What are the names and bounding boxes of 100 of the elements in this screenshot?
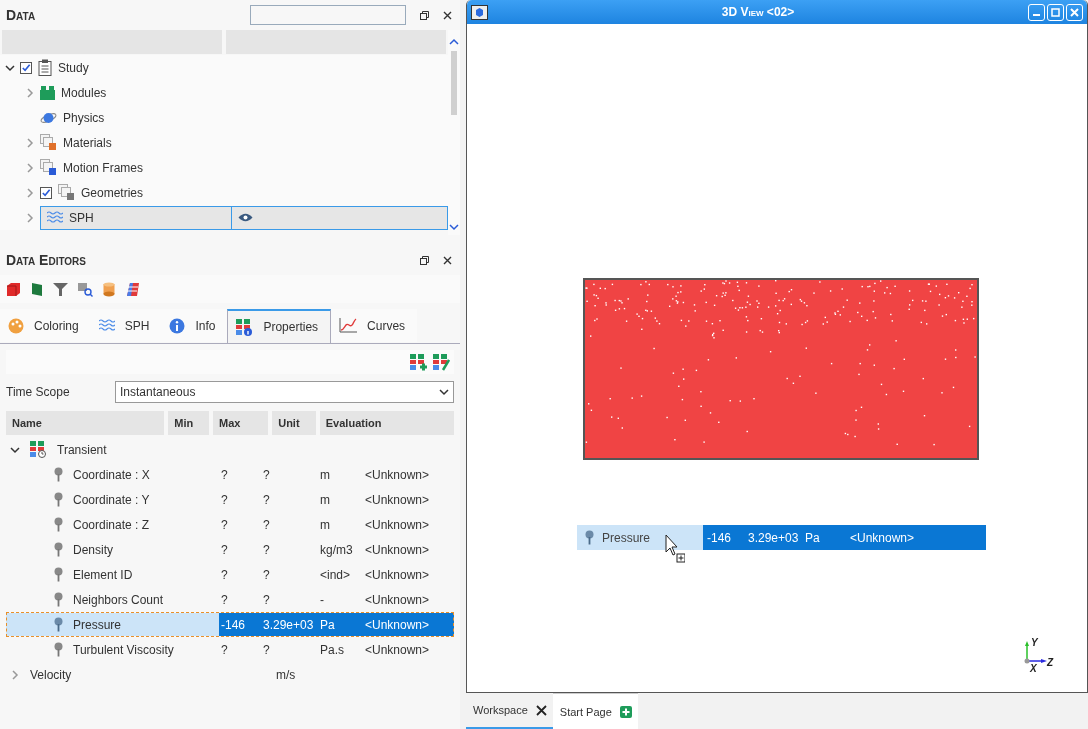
blocks-icon bbox=[40, 85, 55, 100]
table-cell: <ind> bbox=[320, 567, 351, 582]
pin-icon bbox=[54, 642, 63, 657]
eye-icon[interactable] bbox=[238, 213, 253, 222]
cursor-icon bbox=[665, 534, 685, 564]
property-name[interactable]: Density bbox=[73, 542, 113, 557]
column-header[interactable]: Name bbox=[6, 411, 165, 435]
minimize-button[interactable] bbox=[1028, 3, 1045, 21]
tree-item-label[interactable]: Materials bbox=[63, 135, 112, 150]
table-cell: ? bbox=[221, 642, 228, 657]
close-icon[interactable] bbox=[443, 255, 452, 265]
pin-icon bbox=[54, 517, 63, 532]
close-button[interactable] bbox=[1066, 3, 1083, 21]
pin-icon bbox=[54, 467, 63, 482]
tab[interactable]: Start Page bbox=[552, 693, 638, 729]
tree-item-label[interactable]: Geometries bbox=[81, 185, 144, 200]
table-cell: ? bbox=[221, 567, 228, 582]
caret-icon bbox=[439, 388, 449, 396]
chart-icon bbox=[339, 318, 358, 333]
scroll-up-icon[interactable] bbox=[449, 38, 459, 45]
add-icon[interactable] bbox=[619, 705, 632, 718]
pin-icon bbox=[54, 592, 63, 607]
close-icon[interactable] bbox=[535, 704, 547, 716]
restore-icon[interactable] bbox=[420, 255, 429, 265]
restore-icon[interactable] bbox=[420, 10, 429, 20]
planet-icon bbox=[40, 110, 57, 125]
table-cell: <Unknown> bbox=[365, 567, 430, 582]
table-cell: <Unknown> bbox=[365, 617, 430, 632]
column-header[interactable]: Evaluation bbox=[319, 411, 454, 435]
color-map-icon[interactable] bbox=[125, 281, 140, 297]
table-cell: ? bbox=[263, 542, 270, 557]
table-cell: m bbox=[320, 517, 330, 532]
table-cell: <Unknown> bbox=[365, 542, 430, 557]
table-cell: ? bbox=[263, 592, 270, 607]
close-icon bbox=[1070, 7, 1079, 17]
drag-preview-values: -146 3.29e+03 Pa <Unknown> bbox=[703, 525, 986, 550]
cube-icon[interactable] bbox=[6, 281, 21, 297]
close-icon[interactable] bbox=[443, 10, 452, 20]
waves-icon bbox=[98, 319, 115, 332]
layers-icon bbox=[40, 134, 57, 151]
grid-add-icon bbox=[410, 353, 427, 371]
flag-icon[interactable] bbox=[31, 281, 43, 297]
property-name[interactable]: Coordinate : Y bbox=[73, 492, 150, 507]
table-cell: ? bbox=[263, 467, 270, 482]
pin-icon bbox=[54, 492, 63, 507]
scroll-down-icon[interactable] bbox=[449, 224, 459, 231]
property-name[interactable]: Neighbors Count bbox=[73, 592, 164, 607]
axis-label: Y bbox=[1031, 637, 1038, 648]
cube-search-icon[interactable] bbox=[78, 281, 93, 297]
time-scope-dropdown[interactable]: Instantaneous bbox=[115, 381, 454, 403]
property-name[interactable]: Coordinate : X bbox=[73, 467, 150, 482]
tree-item-label[interactable]: Modules bbox=[61, 85, 107, 100]
table-cell: ? bbox=[263, 567, 270, 582]
table-cell: -146 bbox=[221, 617, 246, 632]
table-cell: ? bbox=[221, 592, 228, 607]
table-cell: ? bbox=[221, 517, 228, 532]
table-cell: ? bbox=[221, 467, 228, 482]
table-cell: ? bbox=[263, 642, 270, 657]
column-header[interactable]: Min bbox=[168, 411, 209, 435]
table-cell: ? bbox=[263, 492, 270, 507]
checkbox[interactable] bbox=[20, 61, 32, 74]
property-name[interactable]: Element ID bbox=[73, 567, 133, 582]
table-cell: 3.29e+03 bbox=[263, 617, 314, 632]
info-icon bbox=[169, 317, 186, 334]
expander-icon[interactable] bbox=[10, 444, 20, 455]
checkbox[interactable] bbox=[40, 186, 52, 199]
panel-title: Data Editors bbox=[6, 252, 87, 268]
property-name[interactable]: Coordinate : Z bbox=[73, 517, 150, 532]
tree-item-label[interactable]: Study bbox=[58, 60, 89, 75]
table-cell: <Unknown> bbox=[365, 492, 430, 507]
waves-icon bbox=[47, 211, 63, 224]
panel-title: Data bbox=[6, 7, 37, 23]
property-name[interactable]: Pressure bbox=[73, 617, 122, 632]
table-cell: m bbox=[320, 467, 330, 482]
group-label[interactable]: Transient bbox=[57, 442, 107, 457]
filter-icon[interactable] bbox=[53, 281, 68, 297]
search-field[interactable] bbox=[250, 5, 406, 25]
maximize-button[interactable] bbox=[1047, 3, 1064, 21]
cylinder-icon[interactable] bbox=[103, 281, 115, 297]
field-label: Time Scope bbox=[6, 385, 71, 399]
tree-item-label[interactable]: Physics bbox=[63, 110, 105, 125]
tab[interactable]: Properties bbox=[227, 309, 332, 343]
table-cell: <Unknown> bbox=[365, 592, 430, 607]
tree-item-label[interactable]: Motion Frames bbox=[63, 160, 144, 175]
table-cell: ? bbox=[263, 517, 270, 532]
table-cell: Pa.s bbox=[320, 642, 344, 657]
grid-edit-icon bbox=[433, 353, 450, 371]
table-cell: - bbox=[320, 592, 324, 607]
column-header[interactable]: Unit bbox=[272, 411, 316, 435]
tree-item-label[interactable]: SPH bbox=[69, 210, 94, 225]
table-cell: ? bbox=[221, 492, 228, 507]
property-name[interactable]: Turbulent Viscosity bbox=[73, 642, 174, 657]
group-label[interactable]: Velocity bbox=[30, 667, 72, 682]
expander-icon[interactable] bbox=[5, 62, 15, 73]
layers-icon bbox=[40, 159, 57, 176]
cube-icon bbox=[471, 4, 488, 20]
axis-label: X bbox=[1030, 663, 1037, 674]
table-cell: kg/m3 bbox=[320, 542, 353, 557]
column-header[interactable]: Max bbox=[213, 411, 269, 435]
pin-icon bbox=[54, 542, 63, 557]
